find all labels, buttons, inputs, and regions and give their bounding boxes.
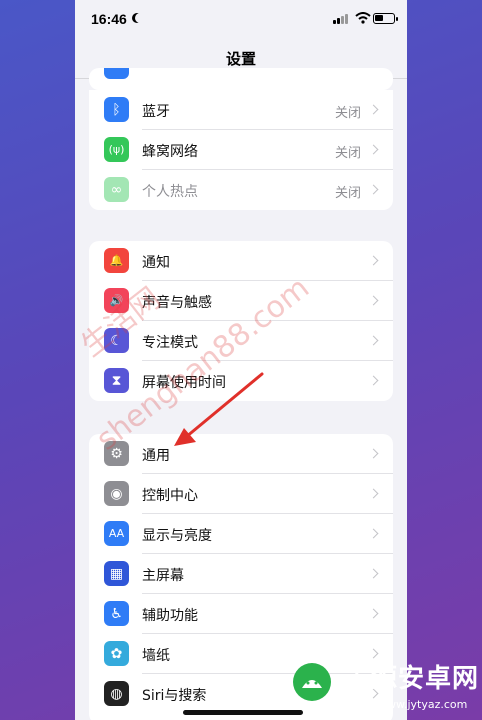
siri-icon: ◍ bbox=[104, 681, 129, 706]
settings-row-bluetooth[interactable]: ᛒ 蓝牙 关闭 bbox=[89, 90, 393, 130]
settings-group-network: ᛒ 蓝牙 关闭 (ψ) 蜂窝网络 关闭 ∞ 个人热点 关闭 bbox=[89, 90, 393, 210]
settings-screen: 16:46 设置 ᛒ 蓝牙 关闭 (ψ) 蜂窝网络 关闭 ∞ 个人热点 关闭 🔔 通知 🔊 声音与触感… bbox=[75, 0, 407, 720]
status-time: 16:46 bbox=[91, 11, 127, 27]
focus-moon-icon bbox=[135, 13, 145, 23]
bluetooth-icon: ᛒ bbox=[104, 97, 129, 122]
airplane-mode-icon bbox=[104, 68, 129, 79]
chevron-right-icon bbox=[368, 295, 379, 306]
settings-group-notifications: 🔔 通知 🔊 声音与触感 ☾ 专注模式 ⧗ 屏幕使用时间 bbox=[89, 241, 393, 401]
settings-row-label: 显示与亮度 bbox=[142, 528, 212, 544]
flower-icon: ✿ bbox=[104, 641, 129, 666]
settings-row-screen-time[interactable]: ⧗ 屏幕使用时间 bbox=[89, 361, 393, 401]
settings-row-cellular[interactable]: (ψ) 蜂窝网络 关闭 bbox=[89, 130, 393, 170]
settings-row-display[interactable]: AA 显示与亮度 bbox=[89, 514, 393, 554]
settings-group-network-top bbox=[89, 68, 393, 90]
settings-row-label: 个人热点 bbox=[142, 184, 198, 200]
text-size-icon: AA bbox=[104, 521, 129, 546]
settings-row-control-center[interactable]: ◉ 控制中心 bbox=[89, 474, 393, 514]
android-logo-icon bbox=[293, 663, 331, 701]
chevron-right-icon bbox=[368, 568, 379, 579]
logo-url: www.jytyaz.com bbox=[378, 698, 468, 711]
battery-icon bbox=[373, 13, 398, 24]
chevron-right-icon bbox=[368, 608, 379, 619]
settings-row-label: 屏幕使用时间 bbox=[142, 375, 226, 391]
toggles-icon: ◉ bbox=[104, 481, 129, 506]
settings-row-home-screen[interactable]: ▦ 主屏幕 bbox=[89, 554, 393, 594]
logo-name: 天源安卓网 bbox=[344, 664, 480, 694]
settings-row-label: 主屏幕 bbox=[142, 568, 184, 584]
hotspot-icon: ∞ bbox=[104, 177, 129, 202]
wifi-icon bbox=[355, 12, 371, 24]
hourglass-icon: ⧗ bbox=[104, 368, 129, 393]
settings-row-label: 墙纸 bbox=[142, 648, 170, 664]
gear-icon: ⚙ bbox=[104, 441, 129, 466]
cellular-signal-icon bbox=[333, 13, 351, 24]
chevron-right-icon bbox=[368, 144, 379, 155]
page-title: 设置 bbox=[225, 50, 256, 68]
bell-icon: 🔔 bbox=[104, 248, 129, 273]
settings-row-value: 关闭 bbox=[334, 186, 361, 201]
settings-row-label: 蓝牙 bbox=[142, 104, 170, 120]
chevron-right-icon bbox=[368, 255, 379, 266]
settings-row-accessibility[interactable]: ♿ 辅助功能 bbox=[89, 594, 393, 634]
chevron-right-icon bbox=[368, 448, 379, 459]
accessibility-icon: ♿ bbox=[104, 601, 129, 626]
settings-row-label: 声音与触感 bbox=[142, 295, 212, 311]
settings-row-notifications[interactable]: 🔔 通知 bbox=[89, 241, 393, 281]
home-indicator[interactable] bbox=[183, 710, 303, 715]
settings-row-sounds[interactable]: 🔊 声音与触感 bbox=[89, 281, 393, 321]
grid-icon: ▦ bbox=[104, 561, 129, 586]
chevron-right-icon bbox=[368, 335, 379, 346]
settings-row-hotspot[interactable]: ∞ 个人热点 关闭 bbox=[89, 170, 393, 210]
moon-icon: ☾ bbox=[104, 328, 129, 353]
settings-row-focus[interactable]: ☾ 专注模式 bbox=[89, 321, 393, 361]
chevron-right-icon bbox=[368, 184, 379, 195]
site-logo: 天源安卓网 www.jytyaz.com bbox=[292, 654, 482, 720]
status-bar: 16:46 bbox=[75, 0, 407, 40]
speaker-icon: 🔊 bbox=[104, 288, 129, 313]
settings-row-value: 关闭 bbox=[334, 146, 361, 161]
settings-row-label: 控制中心 bbox=[142, 488, 198, 504]
settings-row-label: Siri与搜索 bbox=[142, 688, 207, 704]
settings-row-label: 通用 bbox=[142, 448, 170, 464]
chevron-right-icon bbox=[368, 488, 379, 499]
settings-row-label: 专注模式 bbox=[142, 335, 198, 351]
settings-row-value: 关闭 bbox=[334, 106, 361, 121]
settings-row-label: 蜂窝网络 bbox=[142, 144, 198, 160]
chevron-right-icon bbox=[368, 375, 379, 386]
settings-row-label: 辅助功能 bbox=[142, 608, 198, 624]
settings-row-general[interactable]: ⚙ 通用 bbox=[89, 434, 393, 474]
antenna-icon: (ψ) bbox=[104, 137, 129, 162]
chevron-right-icon bbox=[368, 528, 379, 539]
chevron-right-icon bbox=[368, 104, 379, 115]
settings-row-label: 通知 bbox=[142, 255, 170, 271]
